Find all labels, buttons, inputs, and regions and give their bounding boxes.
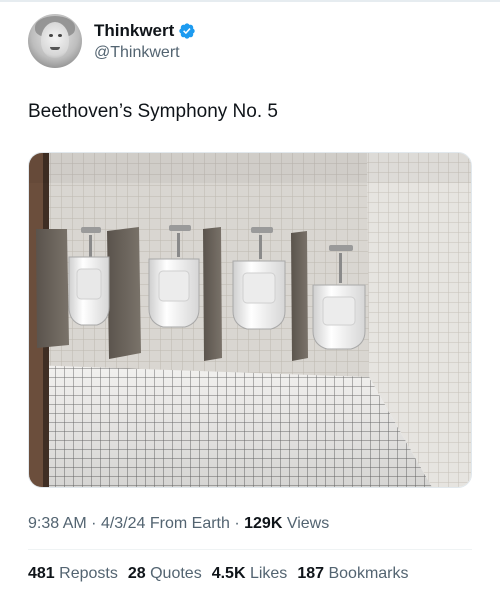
restroom-photo xyxy=(29,153,471,487)
tweet-time[interactable]: 9:38 AM xyxy=(28,515,87,532)
stats-divider xyxy=(28,549,472,550)
views-label: Views xyxy=(286,515,330,532)
meta-separator: · xyxy=(91,515,97,532)
views-count: 129K xyxy=(244,515,283,532)
tweet-stats: 481 Reposts 28 Quotes 4.5K Likes 187 Boo… xyxy=(28,563,419,585)
likes-label: Likes xyxy=(249,565,288,582)
author-handle[interactable]: @Thinkwert xyxy=(94,43,196,63)
bookmarks-count: 187 xyxy=(297,565,325,582)
avatar[interactable] xyxy=(28,14,82,68)
reposts-stat[interactable]: 481 Reposts xyxy=(28,563,118,585)
tweet-meta: 9:38 AM · 4/3/24 From Earth · 129K Views xyxy=(28,513,329,535)
tweet-text: Beethoven’s Symphony No. 5 xyxy=(28,101,278,122)
tweet-date[interactable]: 4/3/24 xyxy=(101,515,145,532)
bookmarks-label: Bookmarks xyxy=(328,565,409,582)
quotes-count: 28 xyxy=(127,565,146,582)
tweet-source: From Earth xyxy=(149,515,230,532)
quotes-label: Quotes xyxy=(150,565,202,582)
bookmarks-stat[interactable]: 187 Bookmarks xyxy=(297,563,408,585)
quotes-stat[interactable]: 28 Quotes xyxy=(128,563,202,585)
likes-count: 4.5K xyxy=(211,565,246,582)
verified-badge-icon xyxy=(179,22,195,39)
likes-stat[interactable]: 4.5K Likes xyxy=(212,563,288,585)
author-display-name[interactable]: Thinkwert xyxy=(94,20,174,42)
top-divider xyxy=(0,0,500,2)
tweet-header: Thinkwert @Thinkwert xyxy=(28,14,196,68)
author-block: Thinkwert @Thinkwert xyxy=(94,20,196,63)
tweet-photo[interactable] xyxy=(28,152,472,488)
reposts-label: Reposts xyxy=(59,565,118,582)
meta-separator: · xyxy=(234,515,240,532)
reposts-count: 481 xyxy=(28,565,55,582)
